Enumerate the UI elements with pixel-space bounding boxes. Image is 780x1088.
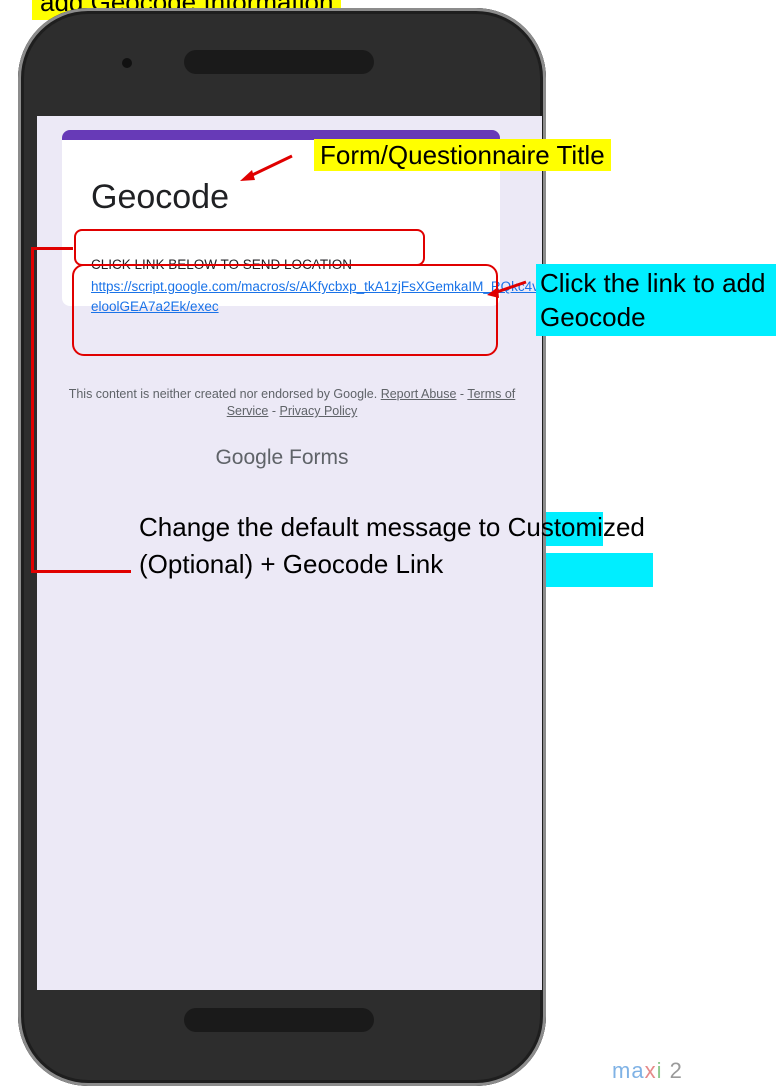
google-wordmark: Google bbox=[215, 446, 284, 469]
forms-wordmark: Forms bbox=[289, 446, 349, 469]
bracket-line bbox=[31, 570, 131, 573]
description-highlight-box bbox=[74, 229, 425, 266]
watermark-logo: maxi 2 bbox=[612, 1058, 683, 1083]
bracket-line bbox=[31, 247, 34, 572]
google-forms-logo[interactable]: Google Forms bbox=[37, 446, 527, 470]
form-title: Geocode bbox=[91, 178, 229, 216]
bracket-line bbox=[31, 247, 73, 250]
privacy-link[interactable]: Privacy Policy bbox=[280, 404, 358, 418]
link-callout: Click the link to add Geocode bbox=[536, 264, 776, 336]
arrow-icon bbox=[487, 280, 527, 298]
separator: - bbox=[268, 404, 280, 418]
message-callout: Change the default message to Customized… bbox=[139, 512, 645, 579]
report-abuse-link[interactable]: Report Abuse bbox=[381, 387, 457, 401]
title-callout: Form/Questionnaire Title bbox=[314, 139, 611, 171]
disclaimer: This content is neither created nor endo… bbox=[57, 386, 527, 420]
link-highlight-box bbox=[72, 264, 498, 356]
speaker-top bbox=[184, 50, 374, 74]
arrow-icon bbox=[240, 154, 293, 181]
camera-icon bbox=[122, 58, 132, 68]
disclaimer-text: This content is neither created nor endo… bbox=[68, 387, 378, 401]
speaker-bottom bbox=[184, 1008, 374, 1032]
separator: - bbox=[456, 387, 468, 401]
